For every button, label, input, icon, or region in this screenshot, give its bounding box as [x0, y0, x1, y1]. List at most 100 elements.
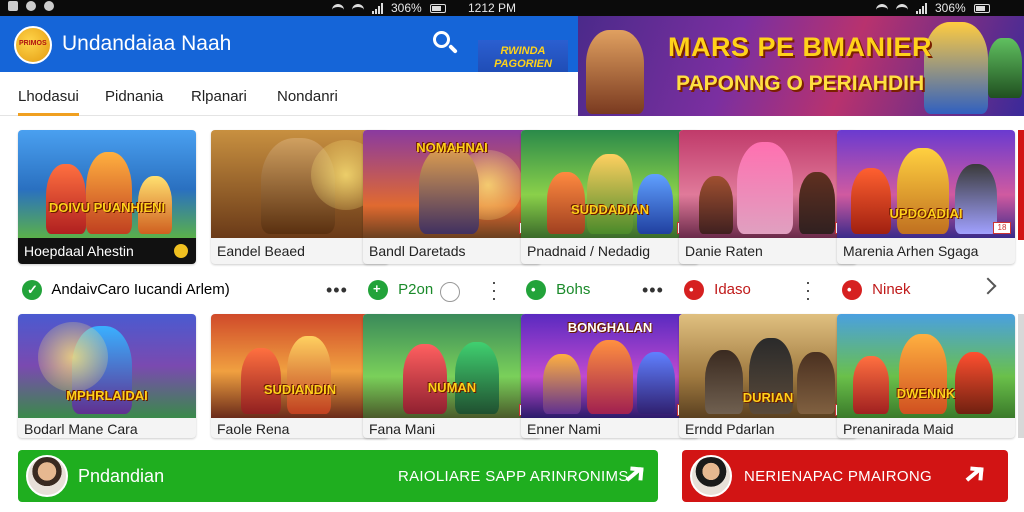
category-chip[interactable]: • Bohs: [526, 280, 590, 304]
game-art: DWENNK: [837, 314, 1015, 418]
game-card[interactable]: DOIVU PUANHIENI Hoepdaal Ahestin: [18, 130, 196, 264]
search-icon-handle: [448, 44, 458, 54]
cta-action-label: RAIOLIARE SAPP ARINRONIMS: [398, 468, 629, 485]
game-art: SUDDADIAN: [521, 130, 699, 238]
game-card[interactable]: MPHRLAIDAI Bodarl Mane Cara: [18, 314, 196, 438]
scrollbar[interactable]: [1018, 314, 1024, 438]
battery-icon: [429, 3, 446, 13]
flame-icon: •: [842, 280, 862, 300]
signal-icon-2: [916, 2, 927, 14]
game-card[interactable]: SUDDADIAN Pnadnaid / Nedadig 18: [521, 130, 699, 264]
game-title: Erndd Pdarlan: [685, 421, 775, 437]
notification-icon: [26, 1, 36, 11]
flame-icon: •: [684, 280, 704, 300]
game-art-title: DOIVU PUANHIENI: [48, 200, 166, 215]
status-center-icons: 306%: [332, 1, 446, 15]
search-icon: [433, 31, 450, 48]
app-logo[interactable]: PRIMOS: [14, 26, 52, 64]
game-card[interactable]: NOMAHNAI Bandl Daretads 18: [363, 130, 541, 264]
dot-icon: •: [526, 280, 546, 300]
coin-icon: [174, 244, 188, 258]
game-card[interactable]: DWENNK Prenanirada Maid: [837, 314, 1015, 438]
game-card[interactable]: Danie Raten 18: [679, 130, 857, 264]
media-icon: [44, 1, 54, 11]
wifi-icon-4: [896, 4, 908, 12]
app-logo-text: PRIMOS: [19, 40, 47, 47]
game-card[interactable]: UPDOADIAI Marenia Arhen Sgaga 18: [837, 130, 1015, 264]
game-title: Bandl Daretads: [369, 243, 466, 259]
chevron-right-icon[interactable]: [979, 277, 997, 295]
game-title: Hoepdaal Ahestin: [18, 238, 196, 264]
app-bar: PRIMOS Undandaiaa Naah RWINDA PAGORIEN: [0, 16, 578, 80]
status-right-icons: 306%: [876, 1, 990, 15]
game-title: Marenia Arhen Sgaga: [843, 243, 979, 259]
wifi-icon-2: [352, 4, 364, 12]
signal-icon: [372, 2, 383, 14]
game-art-title: DWENNK: [896, 386, 956, 401]
game-art-title: NUMAN: [427, 380, 477, 395]
tab-bar: Lhodasui Pidnania Rlpanari Nondanri: [0, 72, 578, 116]
more-options-button[interactable]: •••: [642, 280, 664, 301]
game-title: Enner Nami: [527, 421, 601, 437]
game-art-title: MPHRLAIDAI: [66, 388, 148, 403]
game-title: Bodarl Mane Cara: [24, 421, 138, 437]
banner-hero-right: [924, 22, 988, 114]
game-art: NUMAN: [363, 314, 541, 418]
kebab-menu-button[interactable]: · · ·: [804, 273, 812, 307]
game-art: BONGHALAN: [521, 314, 699, 418]
avatar: [26, 455, 68, 497]
game-art: MPHRLAIDAI: [18, 314, 196, 418]
category-label: AndaivCaro Iucandi Arlem): [51, 280, 230, 298]
game-title: Danie Raten: [685, 243, 763, 259]
game-art: NOMAHNAI: [363, 130, 541, 238]
category-chip[interactable]: • Ninek: [842, 280, 911, 304]
next-card-edge: [1018, 130, 1024, 240]
banner-title: MARS PE BMANIER: [668, 32, 933, 62]
kebab-menu-button[interactable]: · · ·: [490, 273, 498, 307]
more-options-button[interactable]: •••: [326, 280, 348, 301]
game-title: Pnadnaid / Nedadig: [527, 243, 650, 259]
promo-banner[interactable]: MARS PE BMANIER PAPONNG O PERIAHDIH: [578, 16, 1024, 116]
plus-icon: +: [368, 280, 388, 300]
toggle-icon[interactable]: [440, 282, 460, 302]
green-cta-button[interactable]: Pndandian RAIOLIARE SAPP ARINRONIMS: [18, 450, 658, 502]
check-icon: ✓: [22, 280, 42, 300]
game-art-title: NOMAHNAI: [416, 140, 488, 155]
banner-hero-left: [586, 30, 644, 114]
game-art: [679, 130, 857, 238]
category-chip[interactable]: • Idaso: [684, 280, 751, 304]
battery-percent-left: 306%: [391, 1, 422, 15]
game-card[interactable]: BONGHALAN Enner Nami 18: [521, 314, 699, 438]
game-card[interactable]: NUMAN Fana Mani 18: [363, 314, 541, 438]
app-title: Undandaiaa Naah: [62, 32, 232, 55]
tab-rlpanari[interactable]: Rlpanari: [191, 88, 247, 105]
battery-percent-right: 306%: [935, 1, 966, 15]
arrow-icon[interactable]: [962, 464, 984, 486]
arrow-icon[interactable]: [622, 464, 644, 486]
category-chip[interactable]: + P2on: [368, 280, 433, 304]
game-title: Prenanirada Maid: [843, 421, 954, 437]
cta-action-label: NERIENAPAC PMAIRONG: [744, 468, 932, 485]
search-button[interactable]: [430, 28, 460, 58]
battery-icon-2: [973, 3, 990, 13]
game-art-title: SUDDADIAN: [571, 202, 649, 217]
game-card[interactable]: DURIAN Erndd Pdarlan 18: [679, 314, 857, 438]
game-art: UPDOADIAI: [837, 130, 1015, 238]
status-bar: 306% 1212 PM 306%: [0, 0, 1024, 16]
game-art: DURIAN: [679, 314, 857, 418]
banner-hero-small: [988, 38, 1022, 98]
cta-name: Pndandian: [78, 466, 165, 486]
tab-lhodasui[interactable]: Lhodasui: [18, 88, 79, 116]
chip-label: P2on: [398, 280, 434, 298]
tab-pidnania[interactable]: Pidnania: [105, 88, 163, 105]
promo-logo-line2: PAGORIEN: [494, 58, 552, 70]
chip-label: Ninek: [872, 280, 911, 298]
image-icon: [8, 1, 18, 11]
category-row[interactable]: ✓ AndaivCaro Iucandi Arlem): [22, 280, 230, 304]
game-art-title: BONGHALAN: [567, 320, 653, 335]
promo-logo-line1: RWINDA: [500, 45, 546, 57]
game-art-title: DURIAN: [742, 390, 794, 405]
game-art-title: UPDOADIAI: [889, 206, 963, 221]
tab-nondanri[interactable]: Nondanri: [277, 88, 338, 105]
red-cta-button[interactable]: NERIENAPAC PMAIRONG: [682, 450, 1008, 502]
